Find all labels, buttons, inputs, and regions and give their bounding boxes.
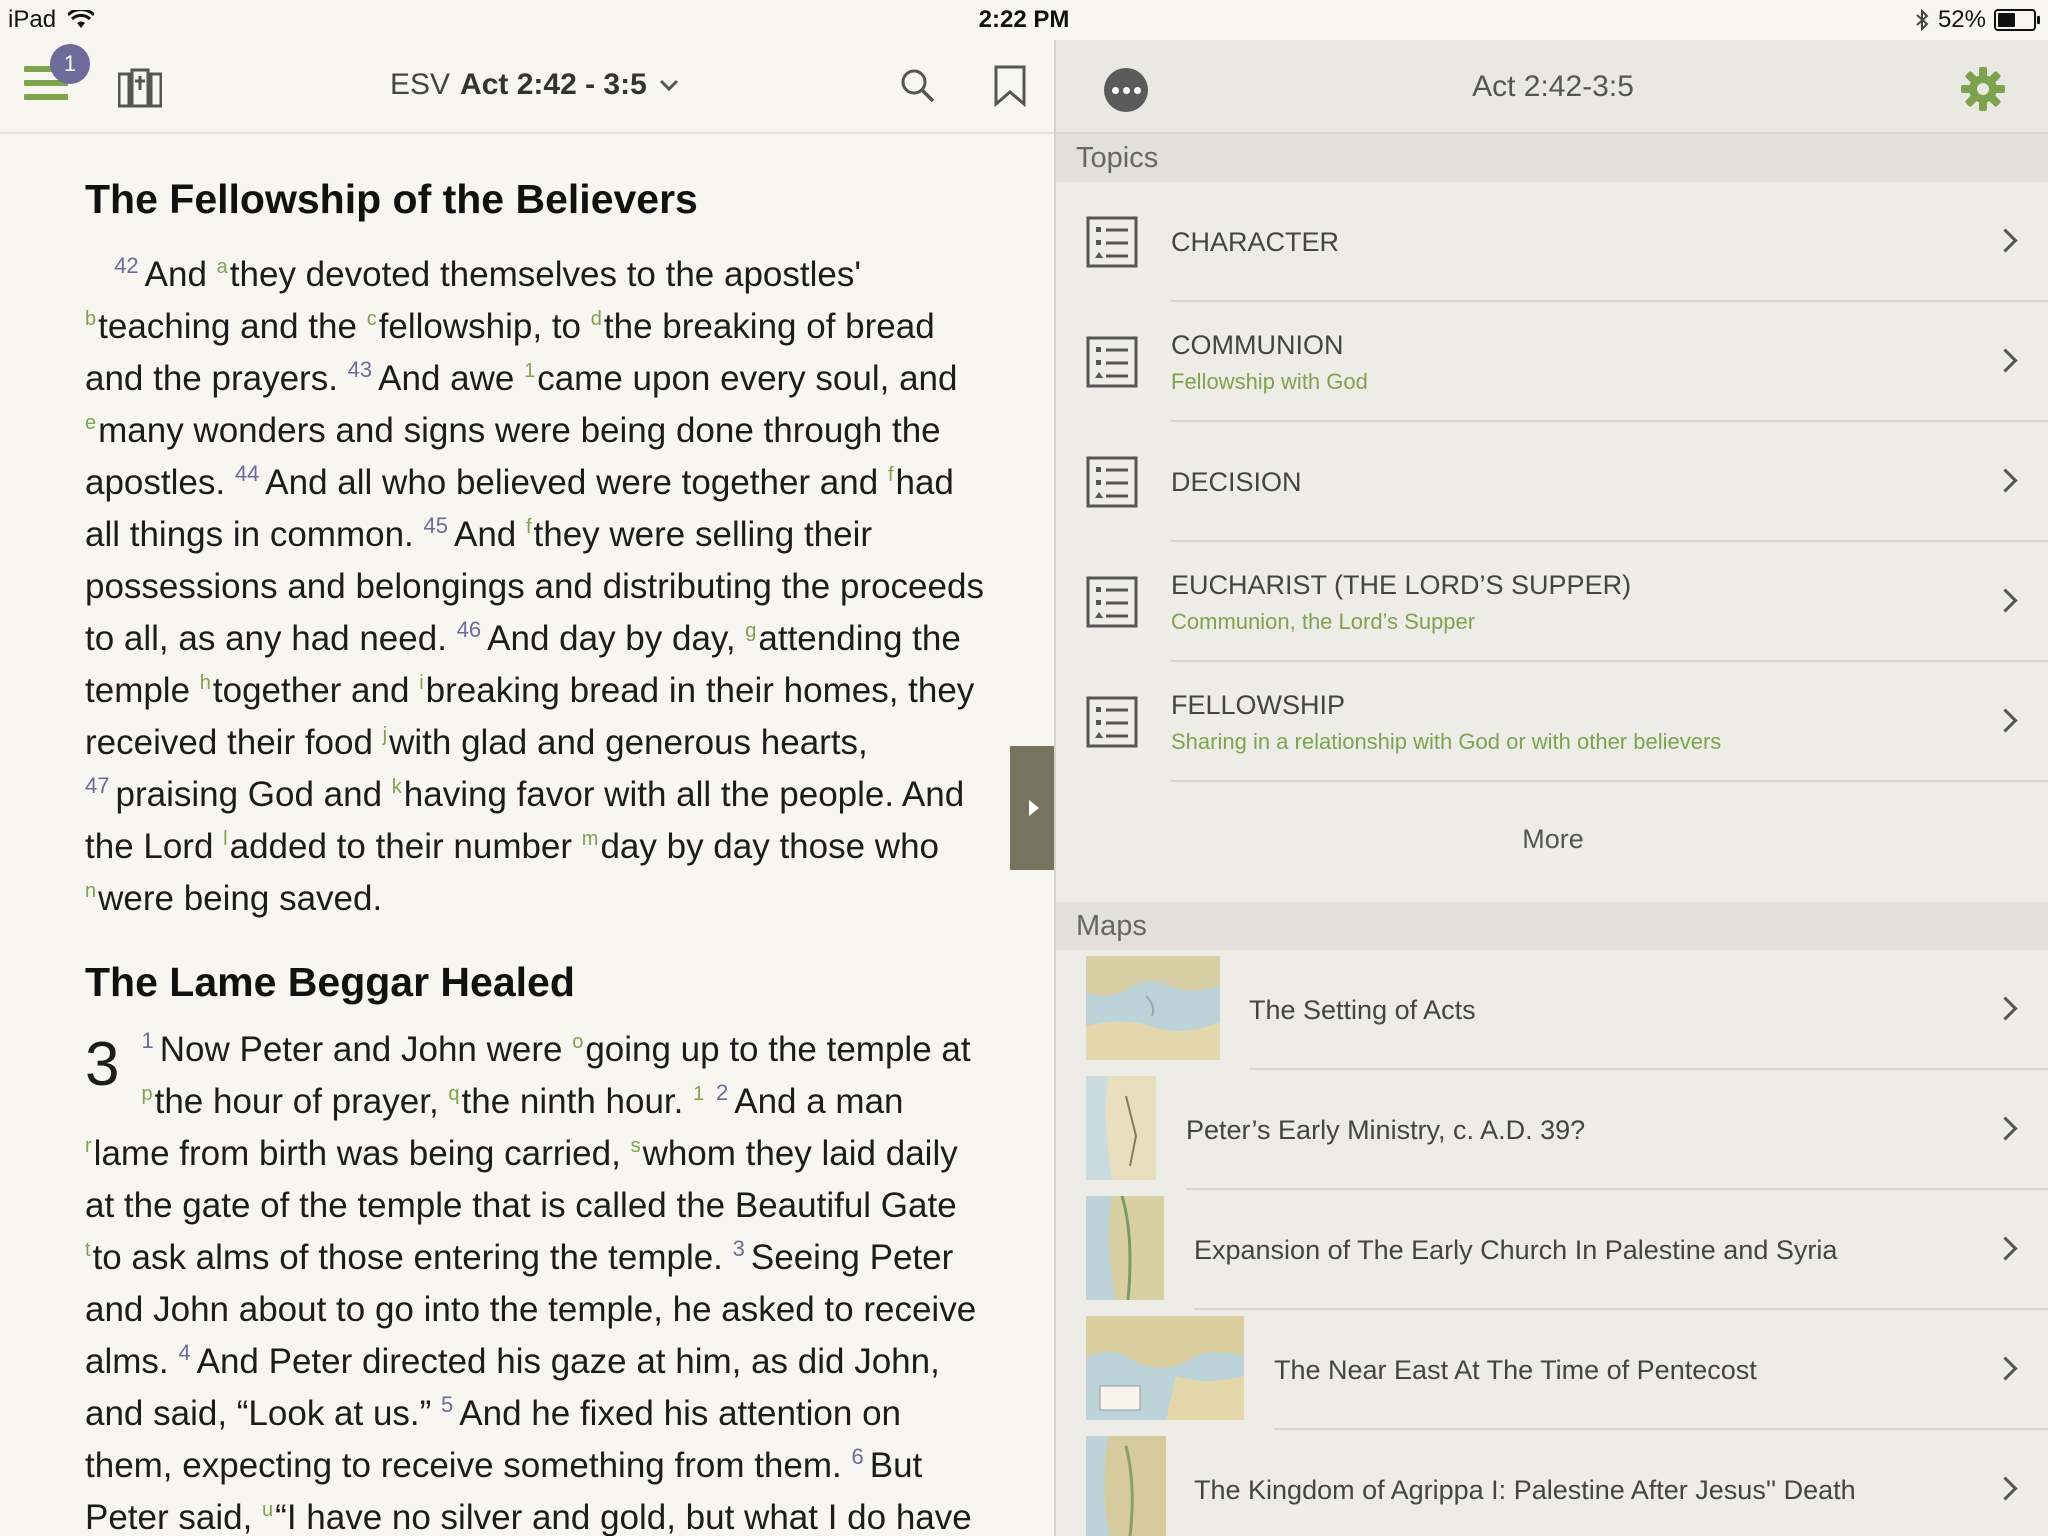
topic-list-icon [1086, 216, 1138, 268]
map-thumbnail [1086, 1436, 1166, 1536]
passage-paragraph: 42 And athey devoted themselves to the ap… [85, 253, 984, 918]
topic-title: COMMUNION [1171, 329, 1344, 360]
reference-selector[interactable]: ESV Act 2:42 - 3:5 [390, 68, 681, 102]
chevron-right-icon [1993, 1356, 2018, 1381]
topic-row[interactable]: DECISION [1056, 422, 2048, 542]
chevron-right-icon [1993, 348, 2018, 373]
section-heading: The Lame Beggar Healed [85, 959, 575, 1005]
topic-row[interactable]: EUCHARIST (THE LORD’S SUPPER) Communion,… [1056, 542, 2048, 662]
resources-title: Act 2:42-3:5 [1472, 70, 1634, 103]
notification-badge[interactable]: 1 [50, 44, 90, 84]
bible-text: The Fellowship of the Believers 42 And at… [85, 132, 985, 1536]
topic-row[interactable]: CHARACTER [1056, 182, 2048, 302]
topic-title: DECISION [1171, 466, 1302, 497]
topic-subtitle: Sharing in a relationship with God or wi… [1171, 728, 1722, 754]
topic-list-icon [1086, 576, 1138, 628]
chevron-right-icon [1993, 996, 2018, 1021]
gear-icon[interactable] [1960, 66, 2006, 112]
topic-list-icon [1086, 456, 1138, 508]
map-row[interactable]: Peter’s Early Ministry, c. A.D. 39? [1056, 1070, 2048, 1190]
battery-icon [1994, 9, 2040, 31]
chevron-right-icon [1993, 468, 2018, 493]
topic-subtitle: Fellowship with God [1171, 368, 1368, 394]
chevron-right-icon [1993, 1116, 2018, 1141]
chevron-right-icon [1993, 588, 2018, 613]
topic-title: EUCHARIST (THE LORD’S SUPPER) [1171, 569, 1632, 600]
more-topics-link[interactable]: More [1056, 824, 2048, 855]
bible-version: ESV [390, 68, 451, 101]
topic-title: FELLOWSHIP [1171, 689, 1346, 720]
passage-reference: Act 2:42 - 3:5 [460, 68, 647, 101]
topic-title: CHARACTER [1171, 226, 1340, 257]
map-title: The Setting of Acts [1249, 995, 1476, 1025]
topic-subtitle: Communion, the Lord’s Supper [1171, 608, 1476, 634]
battery-percent: 52% [1937, 6, 1986, 33]
bluetooth-icon [1916, 8, 1929, 32]
panel-toggle-handle[interactable] [1010, 746, 1054, 870]
topic-list-icon [1086, 696, 1138, 748]
map-thumbnail [1086, 956, 1220, 1060]
map-title: The Near East At The Time of Pentecost [1274, 1355, 1757, 1385]
reader-toolbar: 1 ESV Act 2:42 - 3:5 [0, 40, 1054, 134]
chapter-number: 3 [85, 1030, 120, 1099]
search-icon[interactable] [898, 66, 938, 106]
chevron-down-icon [659, 79, 678, 92]
reader-pane: 1 ESV Act 2:42 - 3:5 The Fellowship of t… [0, 40, 1054, 1536]
maps-header: Maps [1056, 902, 2048, 950]
topic-list-icon [1086, 336, 1138, 388]
map-thumbnail [1086, 1196, 1164, 1300]
passage-paragraph: 3 1 Now Peter and John were ogoing up to t… [85, 1028, 977, 1536]
map-row[interactable]: Expansion of The Early Church In Palesti… [1056, 1190, 2048, 1310]
chevron-right-icon [1993, 1476, 2018, 1501]
map-row[interactable]: The Kingdom of Agrippa I: Palestine Afte… [1056, 1430, 2048, 1536]
map-thumbnail [1086, 1076, 1156, 1180]
chevron-right-icon [1993, 1236, 2018, 1261]
topic-row[interactable]: FELLOWSHIP Sharing in a relationship wit… [1056, 662, 2048, 782]
map-title: Peter’s Early Ministry, c. A.D. 39? [1186, 1115, 1586, 1145]
resources-pane: Act 2:42-3:5 Topics CHARACTER COMMUNION … [1054, 40, 2048, 1536]
status-time: 2:22 PM [978, 6, 1070, 33]
map-thumbnail [1086, 1316, 1244, 1420]
library-icon[interactable] [118, 68, 162, 108]
chevron-right-icon [1993, 228, 2018, 253]
bookmark-icon[interactable] [990, 64, 1030, 108]
chevron-right-icon [1993, 708, 2018, 733]
topic-row[interactable]: COMMUNION Fellowship with God [1056, 302, 2048, 422]
section-heading: The Fellowship of the Believers [85, 176, 698, 222]
status-bar: iPad 2:22 PM 52% [0, 0, 2048, 40]
resources-toolbar: Act 2:42-3:5 [1056, 40, 2048, 134]
map-title: Expansion of The Early Church In Palesti… [1194, 1235, 1838, 1265]
map-row[interactable]: The Near East At The Time of Pentecost [1056, 1310, 2048, 1430]
map-title: The Kingdom of Agrippa I: Palestine Afte… [1194, 1475, 1856, 1505]
map-row[interactable]: The Setting of Acts [1056, 950, 2048, 1070]
topics-header: Topics [1056, 134, 2048, 182]
